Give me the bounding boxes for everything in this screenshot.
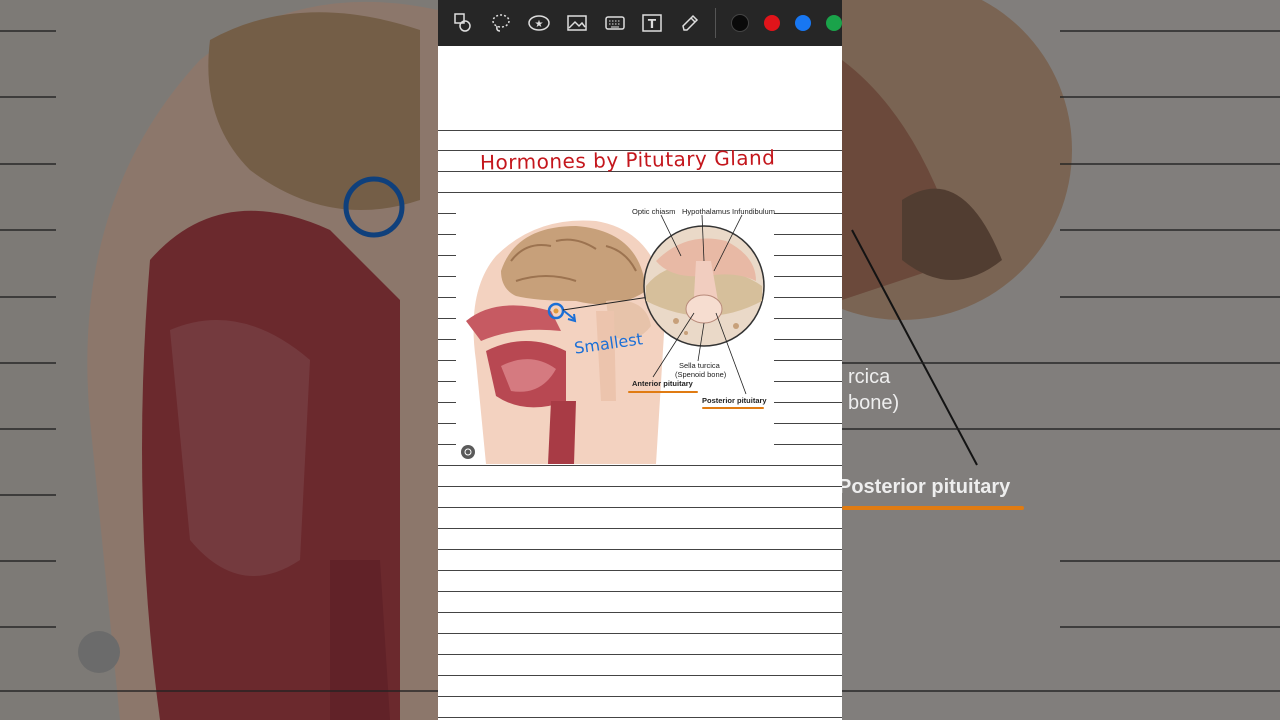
ruled-line (438, 591, 842, 592)
ruled-line (438, 276, 456, 277)
ruled-line (774, 234, 842, 235)
ruled-line (438, 444, 456, 445)
color-swatch-green[interactable] (826, 15, 842, 31)
ruled-line (438, 549, 842, 550)
ruled-line (438, 402, 456, 403)
ruled-line (438, 696, 842, 697)
ruled-line (774, 318, 842, 319)
ruled-line (438, 192, 842, 193)
lasso-icon[interactable] (488, 10, 514, 36)
ruled-line (438, 570, 842, 571)
label-hypothalamus: Hypothalamus (682, 207, 730, 216)
ruled-line (774, 213, 842, 214)
image-lens-icon[interactable] (78, 631, 120, 673)
underline-posterior (702, 407, 764, 409)
ruled-line (774, 360, 842, 361)
right-bg-underline (842, 506, 1024, 510)
ruled-line (438, 717, 842, 718)
shapes-icon[interactable] (450, 10, 476, 36)
ruled-line (438, 339, 456, 340)
ruled-line (774, 255, 842, 256)
ruled-line (438, 507, 842, 508)
ruled-line (774, 276, 842, 277)
ruled-line (438, 213, 456, 214)
highlighter-icon[interactable] (677, 10, 703, 36)
ruled-line (438, 318, 456, 319)
ruled-line (438, 381, 456, 382)
underline-anterior (628, 391, 698, 393)
right-bg-label-3: Posterior pituitary (842, 476, 1011, 498)
svg-text:★: ★ (534, 19, 543, 30)
ruled-line (438, 360, 456, 361)
ruled-line (438, 297, 456, 298)
sticker-icon[interactable]: ★ (526, 10, 552, 36)
ruled-line (438, 255, 456, 256)
left-background (0, 0, 438, 720)
right-background: rcica bone) Posterior pituitary (842, 0, 1280, 720)
ruled-line (774, 381, 842, 382)
ruled-line (774, 297, 842, 298)
text-box-icon[interactable]: T (639, 10, 665, 36)
ruled-line (438, 234, 456, 235)
label-anterior-pituitary: Anterior pituitary (632, 379, 693, 388)
ruled-line (438, 486, 842, 487)
toolbar-divider (715, 8, 717, 38)
label-infundibulum: Infundibulum (732, 207, 775, 216)
svg-text:T: T (648, 17, 657, 31)
ruled-line (438, 130, 842, 131)
color-swatch-black[interactable] (731, 14, 750, 32)
ruled-line (438, 633, 842, 634)
label-posterior-pituitary: Posterior pituitary (702, 396, 767, 405)
keyboard-icon[interactable] (602, 10, 628, 36)
color-swatch-blue[interactable] (795, 15, 812, 31)
ruled-line (774, 423, 842, 424)
color-swatch-red[interactable] (764, 15, 781, 31)
ruled-line (438, 465, 842, 466)
toolbar: ★ T (438, 0, 842, 46)
label-optic-chiasm: Optic chiasm (632, 207, 676, 216)
ruled-line (774, 444, 842, 445)
ruled-line (438, 675, 842, 676)
right-bg-label-2: bone) (848, 392, 900, 414)
ruled-line (438, 528, 842, 529)
label-spenoid-bone: (Spenoid bone) (675, 370, 727, 379)
ruled-line (438, 423, 456, 424)
note-page[interactable]: ★ T Hormones by Pitutary Gland Optic chi… (438, 0, 842, 720)
image-icon[interactable] (564, 10, 590, 36)
label-sella-turcica: Sella turcica (679, 361, 720, 370)
ruled-line (438, 654, 842, 655)
ruled-line (774, 339, 842, 340)
ruled-line (438, 612, 842, 613)
ruled-line (774, 402, 842, 403)
right-bg-label-1: rcica (848, 366, 891, 388)
